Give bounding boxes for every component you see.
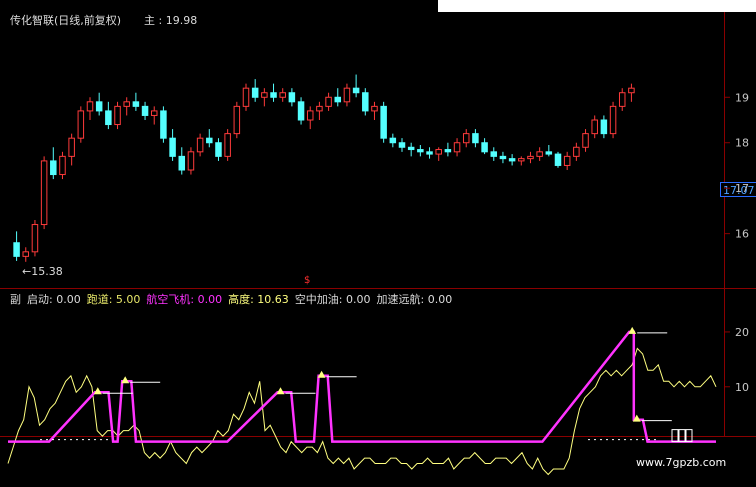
y-tick-label: 20 <box>735 326 749 339</box>
candle-body <box>334 96 342 103</box>
low-price-marker: ←15.38 <box>22 265 63 278</box>
y-tick-label: 17 <box>735 182 749 195</box>
y-tick-label: 10 <box>735 381 749 394</box>
candle-body <box>114 105 121 126</box>
candle-body <box>591 119 598 135</box>
candle-body <box>150 110 158 116</box>
candle-body <box>472 133 479 144</box>
candle-body <box>628 87 635 94</box>
candle-body <box>160 110 167 139</box>
candle-body <box>123 101 130 107</box>
candle-body <box>196 137 204 153</box>
candle-body <box>426 151 433 155</box>
candle-body <box>59 155 66 176</box>
candle-body <box>343 87 351 103</box>
y-tick-label: 16 <box>735 228 749 241</box>
chart-canvas: 19 18 17 16 ←15.38 $20 10 <box>7 74 749 476</box>
candle-body <box>444 149 452 153</box>
candle-body <box>371 105 378 112</box>
candle-body <box>462 133 470 144</box>
candle-body <box>251 87 259 98</box>
volume-box <box>671 429 679 443</box>
candle-body <box>407 146 415 151</box>
candle-body <box>518 158 525 162</box>
candle-body <box>554 153 562 166</box>
candle-body <box>362 92 369 112</box>
series-height-line <box>7 347 717 476</box>
candle-body <box>481 142 488 153</box>
candle-body <box>50 160 57 176</box>
candle-body <box>609 105 617 135</box>
peak-flag-icon <box>317 370 326 378</box>
candle-body <box>380 105 387 139</box>
candle-body <box>490 151 498 157</box>
candle-body <box>527 155 534 160</box>
candle-body <box>132 101 140 107</box>
candle-body <box>582 133 589 148</box>
candle-body <box>86 101 94 112</box>
candle-body <box>68 137 75 157</box>
candle-body <box>215 142 222 157</box>
candle-body <box>499 155 507 160</box>
candle-body <box>573 146 580 157</box>
candle-body <box>40 160 48 226</box>
candle-body <box>600 119 608 135</box>
candle-body <box>77 110 85 139</box>
peak-flag-icon <box>93 387 102 395</box>
candle-body <box>95 101 103 112</box>
y-tick-label: 18 <box>735 137 749 150</box>
candle-body <box>297 101 305 121</box>
candle-body <box>105 110 112 126</box>
event-marker: $ <box>304 275 310 286</box>
candle-body <box>352 87 360 94</box>
candle-body <box>325 96 332 107</box>
candle-body <box>417 149 424 153</box>
series-aircraft-line <box>8 330 716 443</box>
candle-body <box>288 92 296 103</box>
candle-body <box>618 92 626 107</box>
candle-body <box>242 87 250 107</box>
candle-body <box>206 137 213 144</box>
candle-body <box>261 92 268 98</box>
candle-body <box>453 142 461 153</box>
volume-box <box>685 429 693 443</box>
candle-body <box>224 133 231 157</box>
candle-body <box>279 92 286 98</box>
candle-body <box>270 92 277 98</box>
candle-body <box>306 110 314 121</box>
candle-body <box>536 151 543 157</box>
candle-body <box>22 251 30 257</box>
candle-body <box>398 142 406 148</box>
candle-body <box>435 149 442 155</box>
candle-body <box>389 137 397 144</box>
candle-body <box>169 137 176 157</box>
peak-flag-icon <box>628 326 637 334</box>
candle-body <box>13 242 20 257</box>
candle-body <box>233 105 241 135</box>
peak-flag-icon <box>121 376 130 384</box>
y-tick-label: 19 <box>735 91 749 104</box>
candle-body <box>141 105 149 116</box>
candle-body <box>31 224 39 253</box>
peak-flag-icon <box>276 387 285 395</box>
candle-body <box>178 155 186 171</box>
candle-body <box>545 151 553 155</box>
candle-body <box>563 155 571 166</box>
candle-body <box>187 151 195 171</box>
stock-chart-window: { "main_title": "传化智联(日线,前复权)", "main_la… <box>0 0 756 487</box>
candle-body <box>508 158 516 162</box>
volume-box <box>678 429 686 443</box>
candle-body <box>316 105 323 112</box>
